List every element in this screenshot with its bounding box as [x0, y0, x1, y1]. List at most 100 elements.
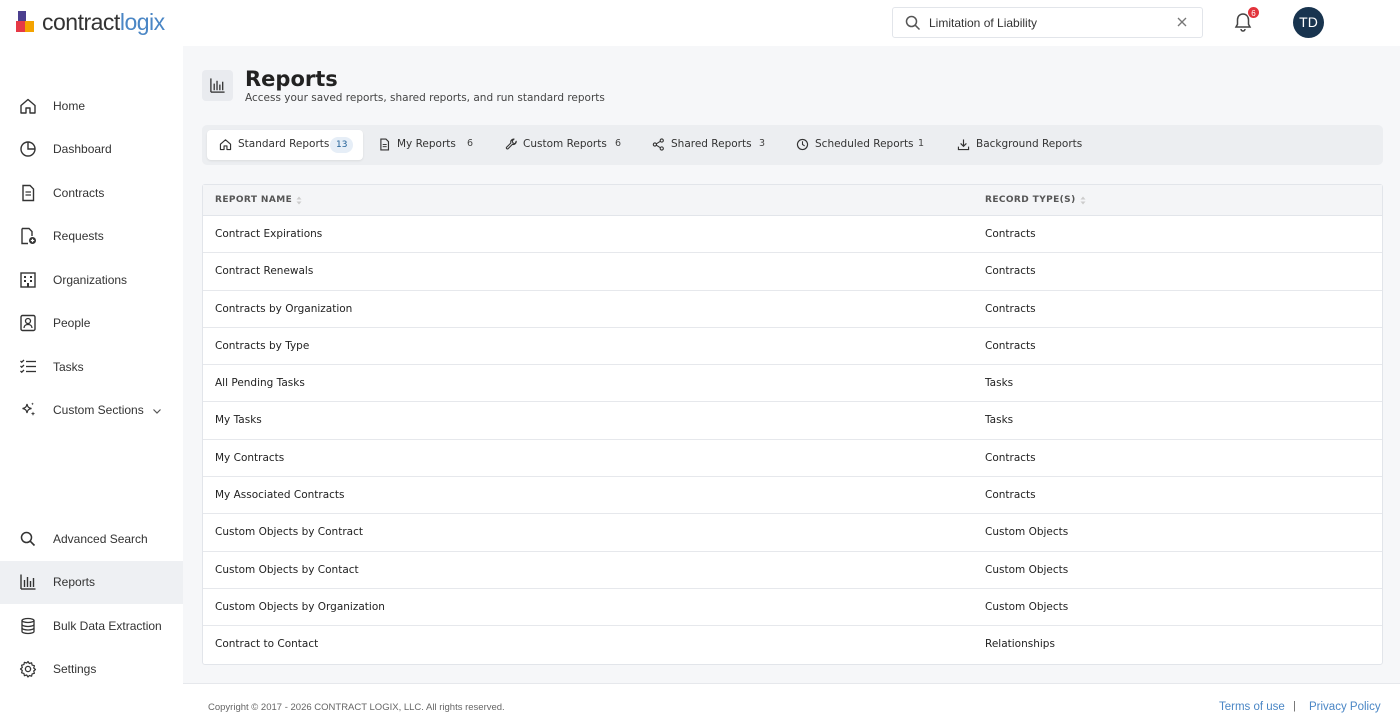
record-type-cell: Relationships	[985, 638, 1055, 651]
footer-separator: |	[1293, 700, 1296, 712]
table-row[interactable]: My Contracts Contracts	[203, 440, 1382, 478]
tab-standard-reports[interactable]: Standard Reports 13	[207, 130, 363, 160]
chevron-down-icon[interactable]	[152, 406, 162, 416]
report-tabs: Standard Reports 13 My Reports 6 Custom …	[202, 125, 1383, 165]
request-icon	[21, 227, 36, 245]
top-bar: contractlogix 6 TD	[0, 0, 1400, 46]
sidebar-item-reports[interactable]: Reports	[0, 561, 183, 604]
global-search[interactable]	[892, 7, 1203, 38]
tab-label: Custom Reports	[523, 138, 607, 150]
table-row[interactable]: Contract to Contact Relationships	[203, 626, 1382, 663]
column-header-record-types[interactable]: RECORD TYPE(S)	[985, 195, 1086, 205]
sidebar-item-contracts[interactable]: Contracts	[0, 172, 183, 215]
reports-table: REPORT NAME RECORD TYPE(S) Contract Expi…	[202, 184, 1383, 665]
record-type-cell: Tasks	[985, 414, 1014, 427]
sidebar-item-label: Tasks	[53, 360, 84, 374]
copyright-text: Copyright © 2017 - 2026 CONTRACT LOGIX, …	[208, 702, 505, 713]
record-type-cell: Custom Objects	[985, 563, 1069, 576]
share-icon	[652, 138, 664, 151]
clock-icon	[796, 138, 809, 151]
report-name-cell[interactable]: My Associated Contracts	[215, 489, 345, 501]
sparkle-icon	[22, 402, 36, 416]
record-type-cell: Custom Objects	[985, 526, 1069, 539]
record-type-cell: Contracts	[985, 451, 1036, 464]
tab-scheduled-reports[interactable]: Scheduled Reports 1	[792, 130, 937, 160]
tab-label: Background Reports	[976, 138, 1083, 150]
sidebar-item-advanced-search[interactable]: Advanced Search	[0, 518, 183, 561]
tab-background-reports[interactable]: Background Reports	[952, 130, 1087, 160]
sidebar-item-custom-sections[interactable]: Custom Sections	[0, 389, 183, 432]
record-type-cell: Contracts	[985, 228, 1036, 240]
search-input[interactable]	[929, 14, 1169, 32]
table-row[interactable]: Custom Objects by Contact Custom Objects	[203, 552, 1382, 589]
report-name-cell[interactable]: Custom Objects by Contact	[215, 564, 359, 576]
tab-label: Standard Reports	[238, 138, 330, 150]
sidebar-item-dashboard[interactable]: Dashboard	[0, 128, 183, 171]
privacy-policy-link[interactable]: Privacy Policy	[1309, 701, 1381, 713]
download-icon	[957, 139, 970, 151]
sidebar-item-settings[interactable]: Settings	[0, 648, 183, 691]
record-type-cell: Contracts	[985, 302, 1036, 315]
table-row[interactable]: My Associated Contracts Contracts	[203, 477, 1382, 515]
sidebar-item-home[interactable]: Home	[0, 85, 183, 128]
column-header-report-name[interactable]: REPORT NAME	[215, 195, 302, 205]
table-row[interactable]: My Tasks Tasks	[203, 402, 1382, 440]
record-type-cell: Contracts	[985, 489, 1036, 502]
table-row[interactable]: Custom Objects by Organization Custom Obj…	[203, 589, 1382, 627]
table-row[interactable]: Contract Expirations Contracts	[203, 216, 1382, 254]
logo-mark-icon	[16, 11, 34, 33]
report-name-cell[interactable]: All Pending Tasks	[215, 377, 305, 389]
logo[interactable]: contractlogix	[16, 10, 165, 34]
report-name-cell[interactable]: Contract Renewals	[215, 265, 313, 277]
gear-icon	[19, 660, 37, 678]
table-header: REPORT NAME RECORD TYPE(S)	[203, 185, 1382, 216]
table-row[interactable]: All Pending Tasks Tasks	[203, 365, 1382, 403]
logo-text: contractlogix	[42, 9, 165, 35]
tab-count: 1	[918, 138, 925, 149]
table-row[interactable]: Contracts by Type Contracts	[203, 328, 1382, 366]
clear-search-icon[interactable]	[1176, 16, 1188, 28]
report-name-cell[interactable]: My Tasks	[215, 414, 262, 426]
table-row[interactable]: Contracts by Organization Contracts	[203, 291, 1382, 328]
sidebar-item-label: Requests	[53, 229, 104, 243]
report-name-cell[interactable]: Contract Expirations	[215, 228, 322, 240]
document-icon	[22, 184, 35, 202]
tab-count-badge: 13	[330, 137, 354, 153]
tab-custom-reports[interactable]: Custom Reports 6	[499, 130, 634, 160]
sidebar-item-tasks[interactable]: Tasks	[0, 346, 183, 389]
tab-count: 6	[615, 138, 622, 149]
notification-badge: 6	[1247, 6, 1260, 19]
building-icon	[20, 272, 36, 288]
report-name-cell[interactable]: Custom Objects by Contract	[215, 526, 363, 538]
footer: Copyright © 2017 - 2026 CONTRACT LOGIX, …	[183, 683, 1400, 726]
report-name-cell[interactable]: My Contracts	[215, 452, 284, 464]
avatar[interactable]: TD	[1293, 7, 1324, 38]
report-name-cell[interactable]: Contracts by Type	[215, 340, 309, 352]
tab-my-reports[interactable]: My Reports 6	[372, 130, 492, 160]
sidebar: Home Dashboard Contracts Requests Organi…	[0, 46, 183, 726]
sidebar-item-people[interactable]: People	[0, 302, 183, 345]
tab-label: Scheduled Reports	[815, 138, 914, 150]
tab-shared-reports[interactable]: Shared Reports 3	[648, 130, 783, 160]
record-type-cell: Contracts	[985, 265, 1036, 278]
terms-of-use-link[interactable]: Terms of use	[1219, 701, 1285, 713]
home-icon	[219, 139, 232, 151]
main-content: Reports Access your saved reports, share…	[183, 46, 1400, 726]
wrench-icon	[505, 138, 517, 150]
tab-count: 3	[759, 138, 766, 149]
record-type-cell: Contracts	[985, 339, 1036, 352]
column-header-label: RECORD TYPE(S)	[985, 195, 1076, 205]
table-row[interactable]: Contract Renewals Contracts	[203, 253, 1382, 291]
sidebar-item-organizations[interactable]: Organizations	[0, 259, 183, 302]
sidebar-item-label: Reports	[53, 575, 96, 589]
tab-label: Shared Reports	[671, 138, 752, 150]
report-name-cell[interactable]: Contracts by Organization	[215, 303, 352, 315]
report-name-cell[interactable]: Contract to Contact	[215, 638, 318, 650]
report-name-cell[interactable]: Custom Objects by Organization	[215, 601, 385, 613]
table-row[interactable]: Custom Objects by Contract Custom Objects	[203, 514, 1382, 552]
dashboard-icon	[20, 141, 36, 157]
sidebar-item-label: Advanced Search	[53, 532, 148, 546]
sidebar-item-requests[interactable]: Requests	[0, 215, 183, 258]
sidebar-item-bulk-data-extraction[interactable]: Bulk Data Extraction	[0, 605, 183, 648]
search-icon	[20, 531, 36, 547]
